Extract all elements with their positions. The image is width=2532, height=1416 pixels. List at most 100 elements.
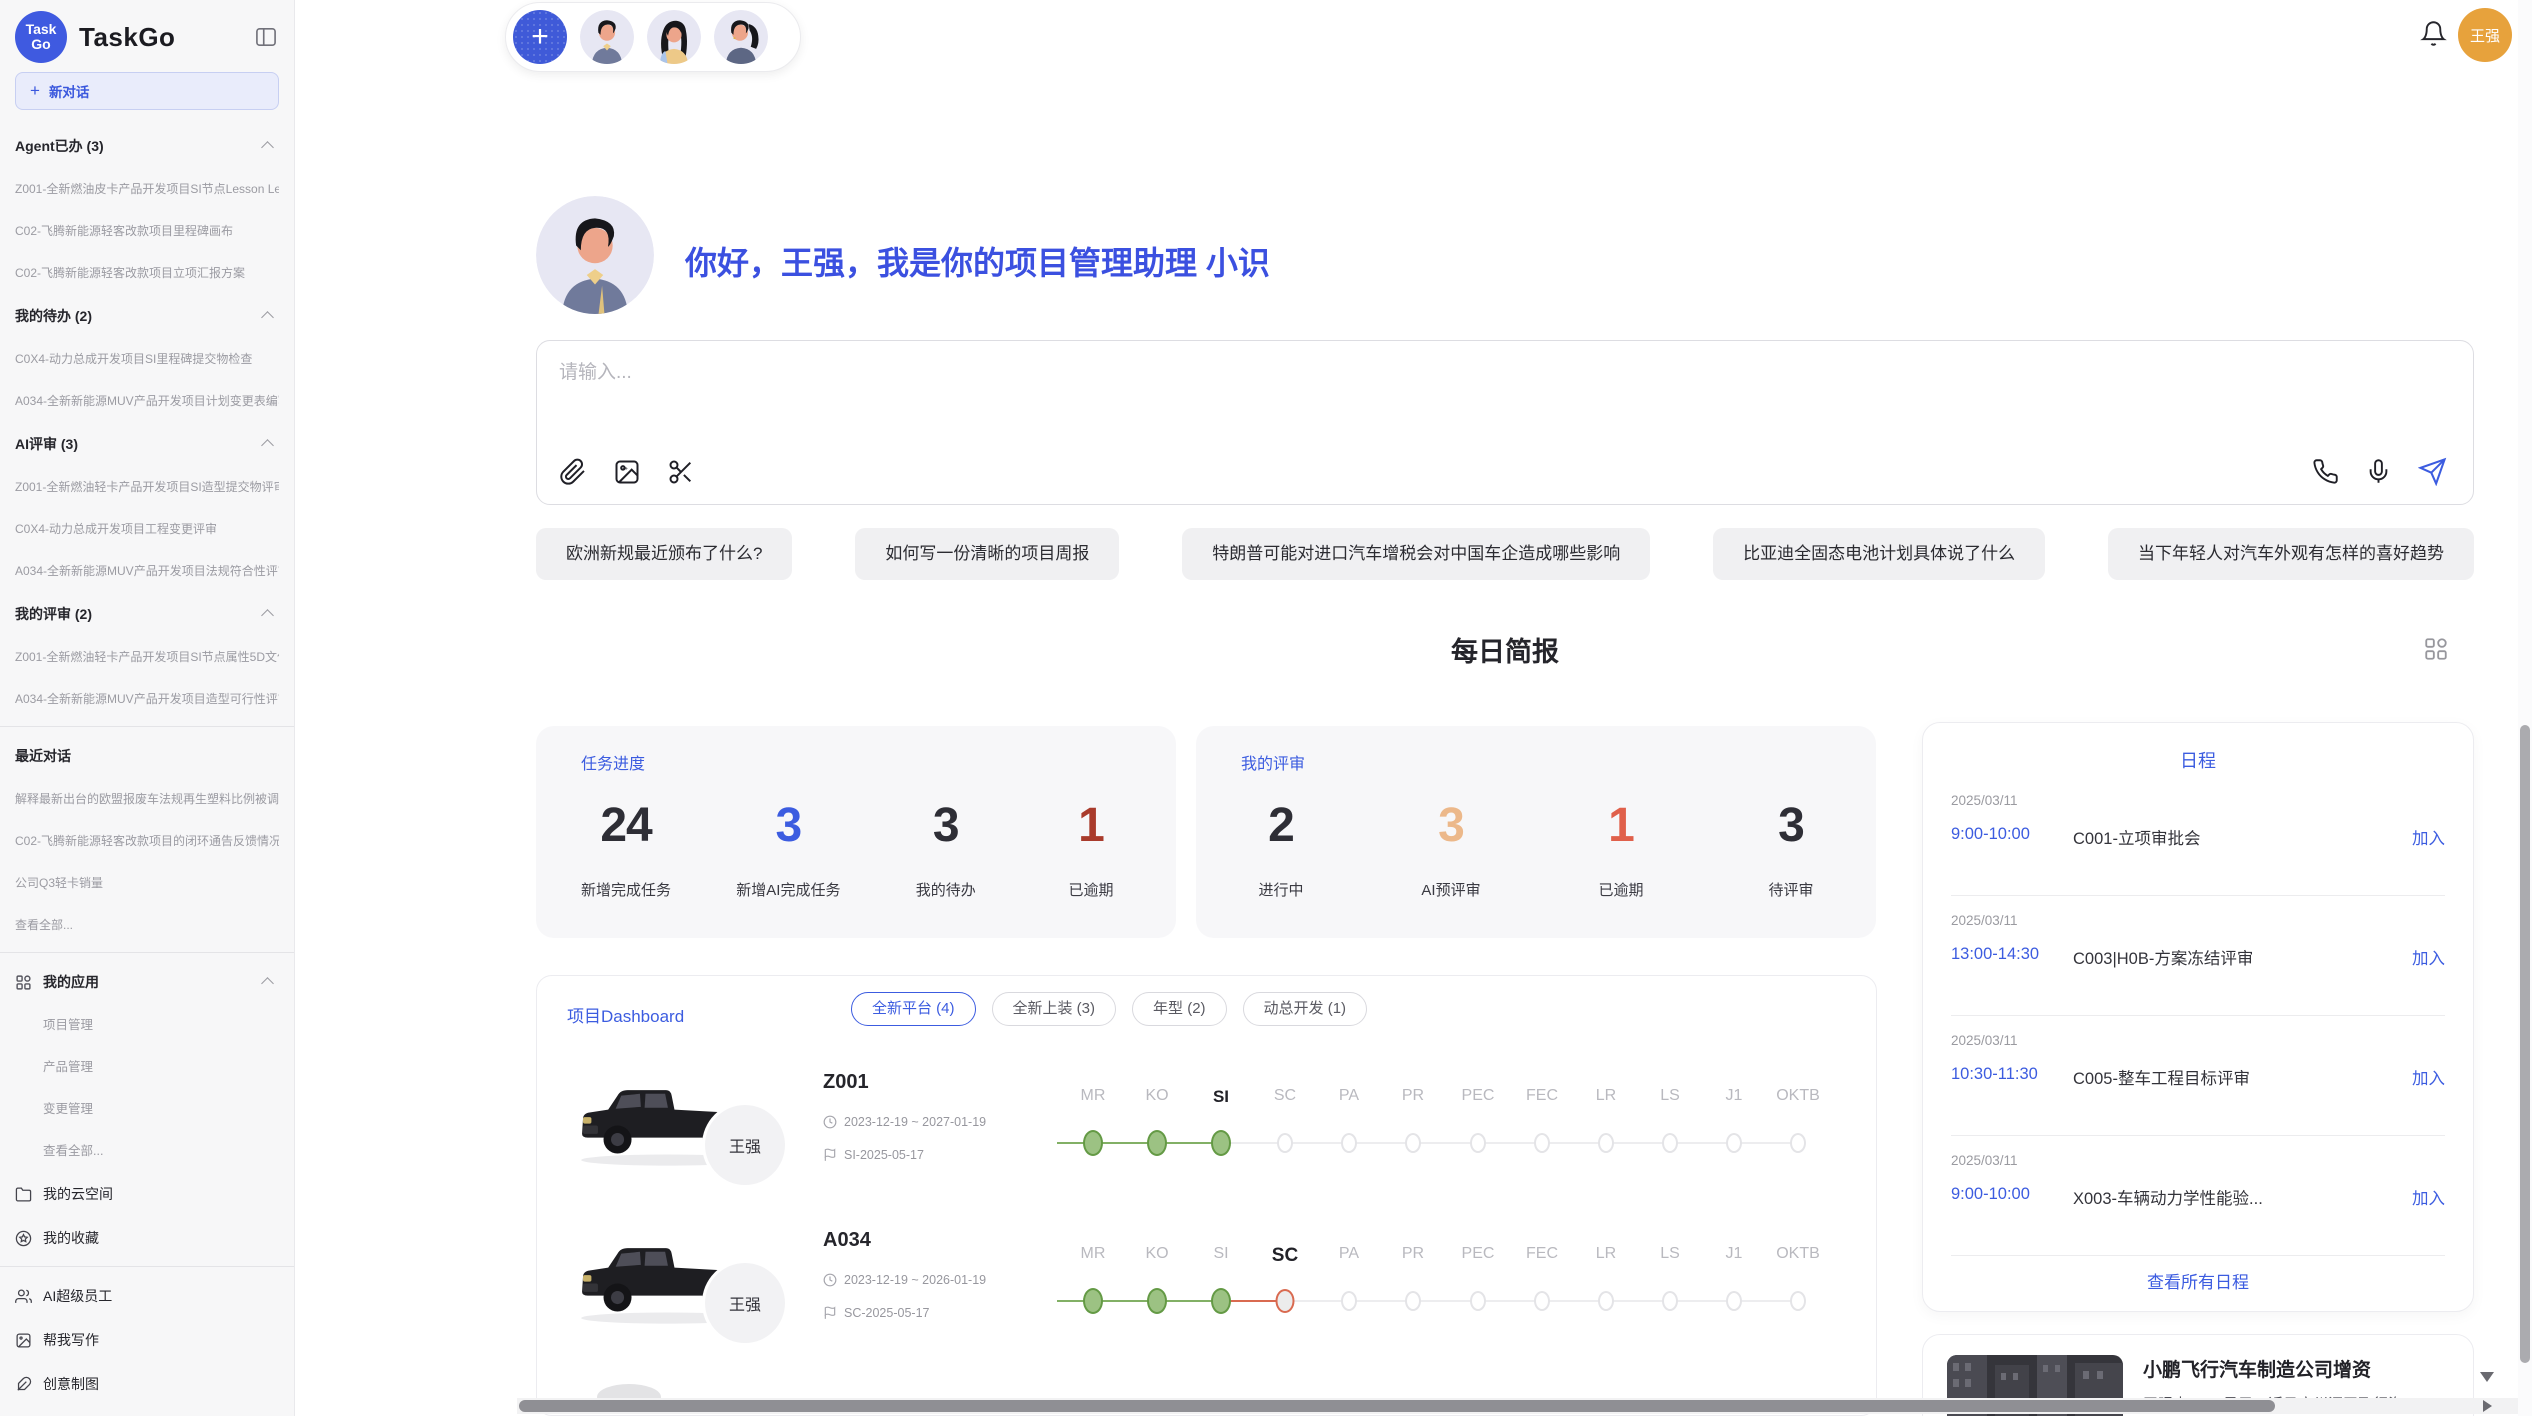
chevron-up-icon (261, 141, 274, 154)
sidebar-group-ai-review[interactable]: AI评审 (3) (15, 422, 279, 466)
milestone-label: LS (1660, 1245, 1680, 1263)
list-item[interactable]: C02-飞腾新能源轻客改款项目的闭环通告反馈情况 (15, 820, 279, 862)
milestone-dot (1211, 1130, 1231, 1156)
list-item[interactable]: C0X4-动力总成开发项目SI里程碑提交物检查 (15, 338, 279, 380)
list-item[interactable]: A034-全新新能源MUV产品开发项目法规符合性评审 (15, 550, 279, 592)
schedule-card: 日程 2025/03/11 9:00-10:00 C001-立项审批会 加入 2… (1922, 722, 2474, 1312)
join-link[interactable]: 加入 (2412, 945, 2445, 969)
users-icon (15, 1288, 32, 1305)
tab-all-new-body[interactable]: 全新上装 (3) (992, 992, 1117, 1026)
milestone-dot (1790, 1133, 1806, 1153)
panel-collapse-icon[interactable] (255, 27, 277, 47)
layout-icon[interactable] (2423, 636, 2449, 662)
sidebar-item-help-write[interactable]: 帮我写作 (15, 1318, 279, 1362)
sidebar-group-my-review[interactable]: 我的评审 (2) (15, 592, 279, 636)
list-item[interactable]: 公司Q3轻卡销量 (15, 862, 279, 904)
sidebar-item-change-mgmt[interactable]: 变更管理 (15, 1088, 279, 1130)
bell-icon[interactable] (2420, 20, 2447, 47)
suggestion-chip[interactable]: 比亚迪全固态电池计划具体说了什么 (1713, 528, 2045, 580)
sidebar-item-cloud-space[interactable]: 我的云空间 (15, 1172, 279, 1216)
chat-input[interactable] (559, 357, 1459, 417)
milestone-dot (1277, 1133, 1293, 1153)
list-item[interactable]: 解释最新出台的欧盟报废车法规再生塑料比例被调至15%... (15, 778, 279, 820)
suggestion-chip[interactable]: 如何写一份清晰的项目周报 (855, 528, 1119, 580)
list-item[interactable]: Z001-全新燃油轻卡产品开发项目SI造型提交物评审 (15, 466, 279, 508)
milestone-label: LS (1660, 1087, 1680, 1105)
sidebar-item-creative-draw[interactable]: 创意制图 (15, 1362, 279, 1406)
milestone-label: LR (1596, 1087, 1616, 1105)
milestone-label: PR (1402, 1087, 1424, 1105)
divider (0, 726, 294, 727)
avatar[interactable] (647, 10, 701, 64)
sidebar-header: Task Go TaskGo (15, 8, 279, 66)
suggestion-chip[interactable]: 当下年轻人对汽车外观有怎样的喜好趋势 (2108, 528, 2474, 580)
suggestion-chip[interactable]: 特朗普可能对进口汽车增税会对中国车企造成哪些影响 (1182, 528, 1650, 580)
stat-value: 1 (1581, 798, 1661, 853)
news-title: 小鹏飞行汽车制造公司增资 (2143, 1355, 2371, 1382)
app-logo: Task Go (15, 11, 67, 63)
stat-pending-review: 3 待评审 (1751, 798, 1831, 900)
sidebar-item-my-apps[interactable]: 我的应用 (15, 960, 279, 1004)
list-item[interactable]: Z001-全新燃油轻卡产品开发项目SI节点属性5D文件评审 (15, 636, 279, 678)
milestone-track-done (1057, 1142, 1221, 1144)
scroll-down-arrow-icon[interactable] (2480, 1372, 2494, 1382)
schedule-event: 2025/03/11 9:00-10:00 X003-车辆动力学性能验... 加… (1951, 1143, 2445, 1263)
cloud-folder-icon (15, 1186, 32, 1203)
sidebar-item-favorites[interactable]: 我的收藏 (15, 1216, 279, 1260)
milestone-dot (1405, 1291, 1421, 1311)
horizontal-scrollbar-thumb[interactable] (519, 1400, 2275, 1412)
view-all-schedule-link[interactable]: 查看所有日程 (1923, 1268, 2473, 1293)
tab-all-new-platform[interactable]: 全新平台 (4) (851, 992, 976, 1026)
sidebar-group-my-todo[interactable]: 我的待办 (2) (15, 294, 279, 338)
event-time: 10:30-11:30 (1951, 1065, 2038, 1084)
send-icon[interactable] (2418, 457, 2447, 486)
scissors-icon[interactable] (667, 458, 695, 486)
sidebar-item-project-mgmt[interactable]: 项目管理 (15, 1004, 279, 1046)
mic-icon[interactable] (2365, 458, 2392, 485)
list-item[interactable]: A034-全新新能源MUV产品开发项目造型可行性评审 (15, 678, 279, 720)
scroll-right-arrow-icon[interactable] (2483, 1400, 2492, 1412)
view-all-link[interactable]: 查看全部... (15, 1130, 279, 1172)
join-link[interactable]: 加入 (2412, 825, 2445, 849)
list-item[interactable]: C0X4-动力总成开发项目工程变更评审 (15, 508, 279, 550)
event-title: C003|H0B-方案冻结评审 (2073, 945, 2253, 969)
join-link[interactable]: 加入 (2412, 1185, 2445, 1209)
chevron-up-icon (261, 311, 274, 324)
list-item[interactable]: C02-飞腾新能源轻客改款项目里程碑画布 (15, 210, 279, 252)
avatar[interactable] (714, 10, 768, 64)
milestone-label: SI (1213, 1245, 1228, 1263)
paperclip-icon[interactable] (559, 458, 587, 486)
stat-value: 3 (1411, 798, 1491, 853)
tab-powertrain-dev[interactable]: 动总开发 (1) (1243, 992, 1368, 1026)
project-row[interactable]: 王强 Z001 2023-12-19 ~ 2027-01-19 SI-2025-… (537, 1063, 1876, 1215)
sidebar-item-product-mgmt[interactable]: 产品管理 (15, 1046, 279, 1088)
group-label: Agent已办 (3) (15, 138, 104, 154)
vertical-scrollbar-thumb[interactable] (2520, 725, 2530, 1363)
image-icon[interactable] (613, 458, 641, 486)
list-item[interactable]: Z001-全新燃油皮卡产品开发项目SI节点Lesson Learn报告 (15, 168, 279, 210)
project-row[interactable]: 王强 A034 2023-12-19 ~ 2026-01-19 SC-2025-… (537, 1221, 1876, 1373)
milestone-label: MR (1081, 1245, 1106, 1263)
suggestion-chip[interactable]: 欧洲新规最近颁布了什么? (536, 528, 792, 580)
milestone-dot (1276, 1289, 1295, 1313)
user-avatar[interactable]: 王强 (2458, 8, 2512, 62)
tab-year-model[interactable]: 年型 (2) (1132, 992, 1227, 1026)
stat-label: 已逾期 (1581, 879, 1661, 900)
milestone-label: SC (1272, 1245, 1298, 1267)
stat-value: 3 (906, 798, 986, 853)
avatar[interactable] (580, 10, 634, 64)
divider (0, 1266, 294, 1267)
view-all-link[interactable]: 查看全部... (15, 904, 279, 946)
join-link[interactable]: 加入 (2412, 1065, 2445, 1089)
stat-label: 已逾期 (1051, 879, 1131, 900)
list-item[interactable]: C02-飞腾新能源轻客改款项目立项汇报方案 (15, 252, 279, 294)
divider (1951, 1255, 2445, 1256)
add-contact-button[interactable]: + (513, 10, 567, 64)
phone-icon[interactable] (2312, 458, 2339, 485)
sidebar-item-ai-staff[interactable]: AI超级员工 (15, 1274, 279, 1318)
list-item[interactable]: A034-全新新能源MUV产品开发项目计划变更表编写 (15, 380, 279, 422)
sidebar-group-agent-done[interactable]: Agent已办 (3) (15, 124, 279, 168)
stat-new-ai-done: 3 新增AI完成任务 (736, 798, 840, 900)
stat-label: 进行中 (1241, 879, 1321, 900)
new-chat-button[interactable]: + 新对话 (15, 72, 279, 110)
